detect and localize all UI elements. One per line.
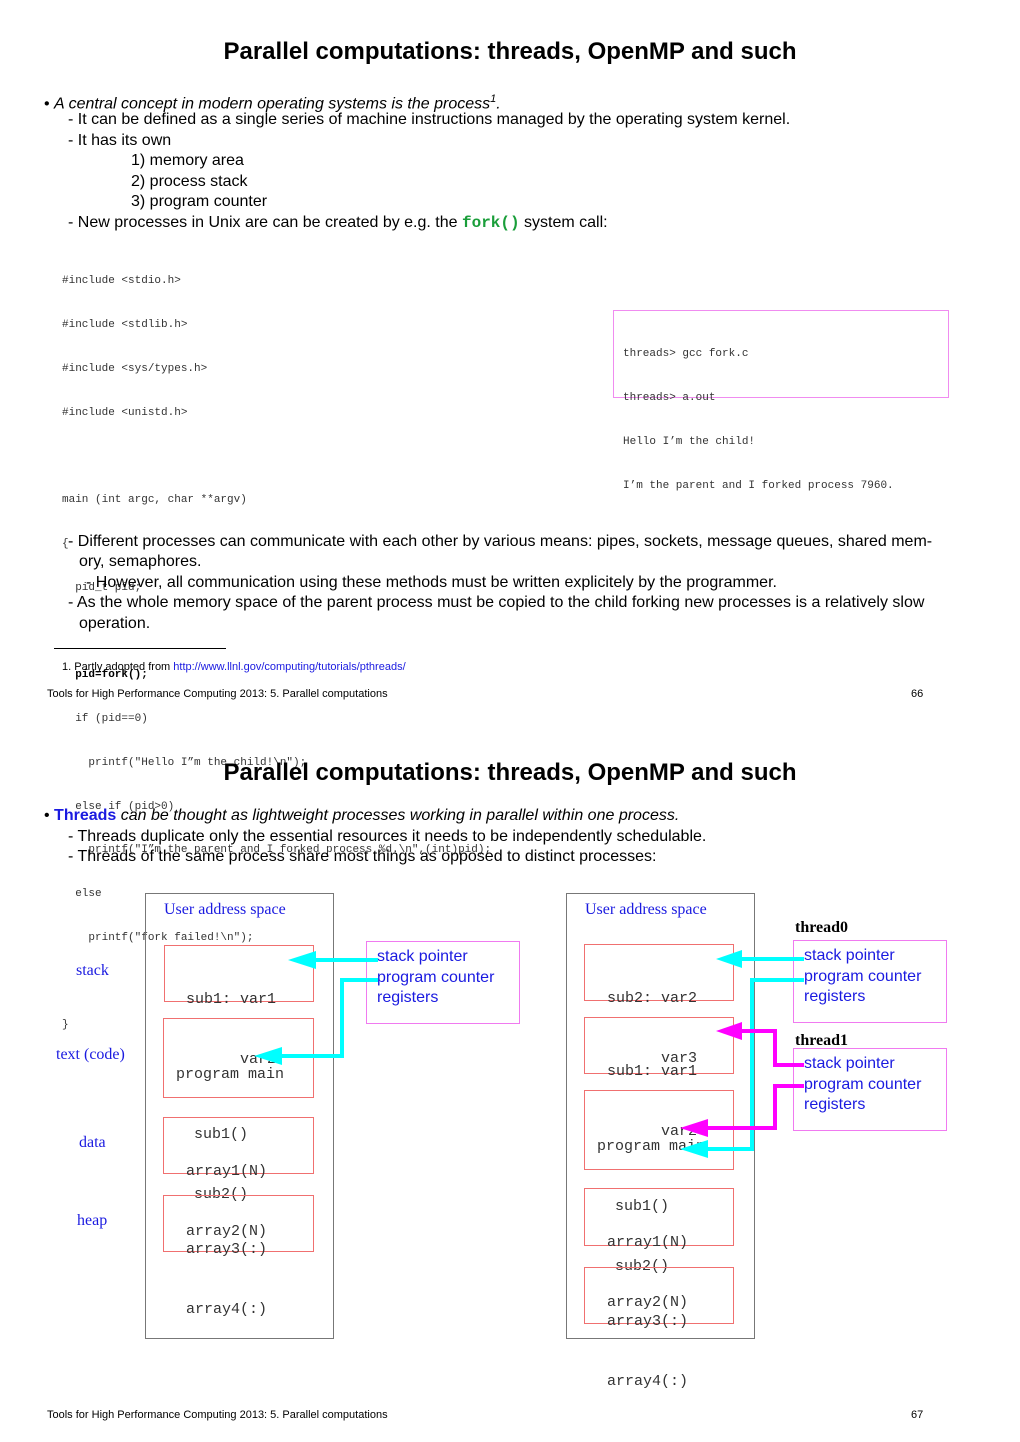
thread1-stack-pointer-arrow <box>740 1029 804 1067</box>
page-number: 67 <box>911 1409 924 1421</box>
thread0-stack-pointer-arrowhead <box>716 950 742 968</box>
thread0-program-counter-arrowhead <box>680 1140 708 1158</box>
footer-text: Tools for High Performance Computing 201… <box>47 1409 388 1421</box>
diagram-arrows <box>254 950 804 1158</box>
left-stack-pointer-arrowhead <box>288 951 316 969</box>
left-program-counter-arrowhead <box>254 1047 282 1065</box>
thread1-program-counter-arrowhead <box>680 1119 708 1137</box>
left-program-counter-arrow <box>280 978 378 1058</box>
thread1-stack-pointer-arrowhead <box>716 1022 742 1040</box>
thread1-program-counter-arrow <box>706 1084 804 1130</box>
